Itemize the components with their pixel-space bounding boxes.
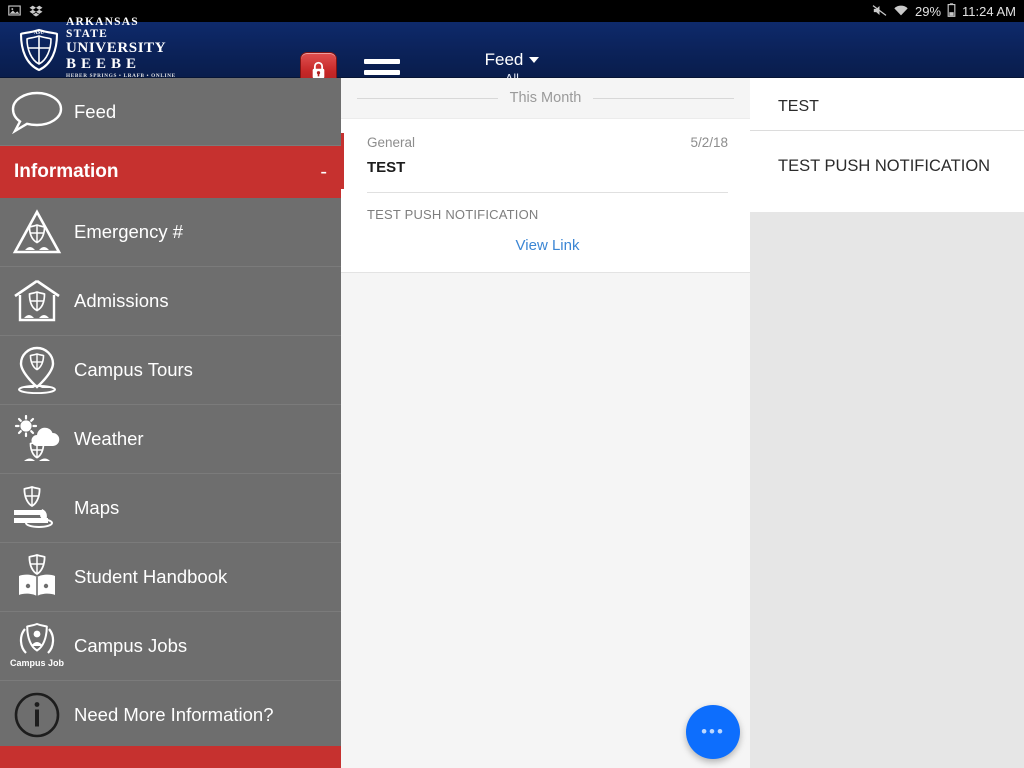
chevron-down-icon xyxy=(529,57,540,63)
sidebar-item-need-more-information[interactable]: Need More Information? xyxy=(0,681,341,750)
sidebar-item-label-need-more-information: Need More Information? xyxy=(74,704,274,725)
sidebar-item-label-student-handbook: Student Handbook xyxy=(74,566,228,587)
battery-icon xyxy=(947,3,956,19)
detail-card: TEST TEST PUSH NOTIFICATION xyxy=(750,78,1024,212)
separator-rule-right xyxy=(593,97,735,99)
sidebar-item-campus-tours[interactable]: Campus Tours xyxy=(0,336,341,405)
sidebar-item-label-maps: Maps xyxy=(74,497,120,518)
sidebar-section-information[interactable]: Information - xyxy=(0,146,341,198)
status-bar-right: 29% 11:24 AM xyxy=(872,3,1016,19)
page-title: Feed xyxy=(484,50,524,69)
sidebar-item-label-feed: Feed xyxy=(74,100,117,122)
feed-card[interactable]: General 5/2/18 TEST TEST PUSH NOTIFICATI… xyxy=(341,118,750,273)
wifi-icon xyxy=(893,4,909,19)
logo-line-1: ARKANSAS STATE xyxy=(66,16,139,40)
status-bar-left xyxy=(8,4,43,19)
feed-month-separator: This Month xyxy=(341,78,750,118)
dropbox-icon xyxy=(29,4,43,19)
svg-text:Campus Job: Campus Job xyxy=(10,658,65,668)
feed-card-title: TEST xyxy=(367,159,406,176)
clock-label: 11:24 AM xyxy=(962,3,1016,19)
more-options-icon: ••• xyxy=(701,721,725,741)
feed-card-category: General xyxy=(367,135,416,150)
feed-card-divider xyxy=(367,192,728,193)
map-crest-icon xyxy=(8,484,66,532)
feed-month-label: This Month xyxy=(509,90,582,106)
sidebar-item-emergency[interactable]: Emergency # xyxy=(0,198,341,267)
sidebar-item-maps[interactable]: Maps xyxy=(0,474,341,543)
info-circle-icon xyxy=(8,691,66,739)
collapse-toggle-icon[interactable]: - xyxy=(320,162,327,182)
image-icon xyxy=(8,4,21,19)
sidebar: Feed Information - Emergency # Admission… xyxy=(0,78,341,768)
house-crest-icon xyxy=(8,278,66,324)
mute-icon xyxy=(872,4,887,19)
open-book-crest-icon xyxy=(8,553,66,601)
sun-cloud-crest-icon xyxy=(8,415,66,463)
feed-card-meta: General 5/2/18 xyxy=(367,135,728,150)
sidebar-item-student-handbook[interactable]: Student Handbook xyxy=(0,543,341,612)
map-pin-crest-icon xyxy=(8,346,66,394)
sidebar-section-title: Information xyxy=(14,161,119,182)
logo-line-3: BEEBE xyxy=(66,56,142,73)
app-bar: ASU ARKANSAS STATE UNIVERSITY BEEBE HEBE… xyxy=(0,17,1024,92)
hamburger-bar-2 xyxy=(364,69,400,75)
feed-card-date: 5/2/18 xyxy=(690,135,728,150)
warning-triangle-crest-icon xyxy=(8,209,66,255)
sidebar-item-label-weather: Weather xyxy=(74,428,144,449)
sidebar-item-weather[interactable]: Weather xyxy=(0,405,341,474)
sidebar-section-next-partial[interactable] xyxy=(0,746,341,768)
detail-title: TEST xyxy=(750,78,1024,131)
feed-selector[interactable]: Feed xyxy=(485,50,540,70)
detail-panel: TEST TEST PUSH NOTIFICATION xyxy=(750,78,1024,768)
sidebar-item-feed[interactable]: Feed xyxy=(0,78,341,146)
feed-card-accent-stripe xyxy=(341,133,344,189)
detail-body: TEST PUSH NOTIFICATION xyxy=(778,157,991,175)
feed-card-view-link[interactable]: View Link xyxy=(367,237,728,254)
more-options-fab[interactable]: ••• xyxy=(686,705,740,759)
app-logo-text: ARKANSAS STATE UNIVERSITY BEEBE HEBER SP… xyxy=(66,15,178,85)
hamburger-bar-1 xyxy=(364,59,400,64)
feed-panel: This Month General 5/2/18 TEST TEST PUSH… xyxy=(341,78,750,768)
feed-card-body: TEST PUSH NOTIFICATION xyxy=(367,207,539,222)
asu-crest-icon: ASU xyxy=(18,28,60,72)
campus-job-badge-icon: Campus Job xyxy=(8,621,66,671)
sidebar-item-label-emergency: Emergency # xyxy=(74,221,183,242)
sidebar-item-admissions[interactable]: Admissions xyxy=(0,267,341,336)
svg-text:ASU: ASU xyxy=(34,31,44,36)
battery-percent-label: 29% xyxy=(915,3,942,19)
sidebar-item-campus-jobs[interactable]: Campus Job Campus Jobs xyxy=(0,612,341,681)
sidebar-item-label-campus-tours: Campus Tours xyxy=(74,359,193,380)
app-logo[interactable]: ASU ARKANSAS STATE UNIVERSITY BEEBE HEBE… xyxy=(18,17,178,84)
sidebar-item-label-admissions: Admissions xyxy=(74,290,169,311)
speech-bubble-icon xyxy=(8,90,66,134)
separator-rule-left xyxy=(357,97,498,99)
sidebar-item-label-campus-jobs: Campus Jobs xyxy=(74,635,188,656)
app-screen: 29% 11:24 AM ASU ARKANSAS STATE UNIVERSI… xyxy=(0,0,1024,768)
logo-line-2: UNIVERSITY xyxy=(66,40,167,57)
